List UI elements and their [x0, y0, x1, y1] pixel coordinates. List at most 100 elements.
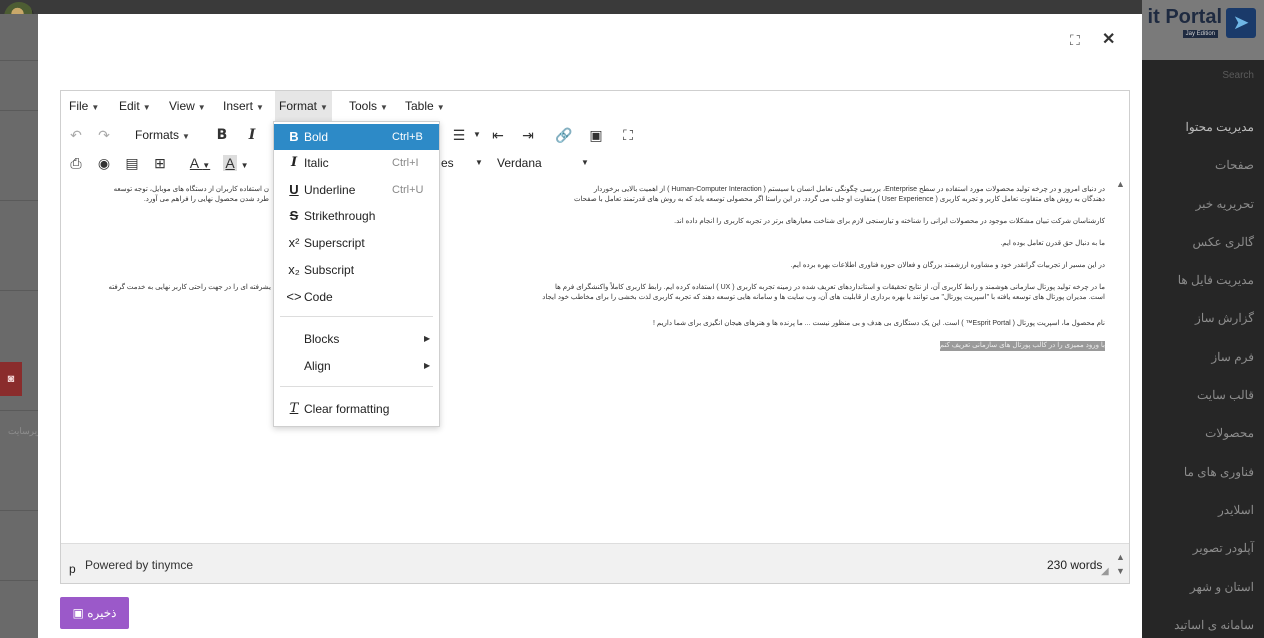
save-icon: ▣: [72, 606, 84, 620]
background-action-icon: ◙: [0, 362, 22, 396]
image-icon[interactable]: ▣: [587, 121, 605, 149]
editor-content-area[interactable]: در دنیای امروز و در چرخه تولید محصولات م…: [61, 179, 1113, 543]
bullet-list-icon[interactable]: ☰: [449, 121, 469, 149]
format-underline-shortcut: Ctrl+U: [392, 184, 424, 196]
menu-insert[interactable]: Insert ▼: [223, 91, 264, 121]
fullscreen-icon[interactable]: ⛶: [619, 121, 637, 149]
menu-divider: [280, 386, 433, 387]
template-icon[interactable]: ⊞: [151, 149, 169, 177]
code-icon: <>: [286, 289, 302, 304]
menu-edit[interactable]: Edit ▼: [119, 91, 151, 121]
format-underline-item[interactable]: U Underline Ctrl+U: [274, 177, 439, 203]
underline-icon: U: [289, 182, 299, 197]
format-superscript-item[interactable]: x² Superscript: [274, 230, 439, 256]
sidebar-item-products[interactable]: محصولات: [1142, 414, 1264, 452]
indent-icon[interactable]: ⇥: [519, 121, 537, 149]
editor-modal: ⛶ ✕ File ▼ Edit ▼ View ▼ Insert ▼ Format ▼ To…: [38, 14, 1142, 638]
content-paragraph: یشرفته ای را در جهت راحتی کاربر نهایی به…: [108, 284, 271, 291]
chevron-down-icon: ▼: [380, 103, 388, 112]
sidebar-item-province-city[interactable]: استان و شهر: [1142, 568, 1264, 606]
content-paragraph: دهندگان به روش های متفاوت تعامل کاربر و …: [573, 196, 1105, 203]
expand-icon[interactable]: ⛶: [1070, 32, 1080, 49]
sidebar-item-content[interactable]: مدیریت محتوا: [1142, 108, 1264, 146]
rich-text-editor: File ▼ Edit ▼ View ▼ Insert ▼ Format ▼ Tools ▼…: [60, 90, 1130, 584]
content-paragraph: نام محصول ما، اسپریت پورتال ( Esprit Por…: [653, 320, 1105, 327]
sidebar-item-professors[interactable]: سامانه ی اساتید: [1142, 606, 1264, 638]
element-path[interactable]: p: [69, 562, 76, 576]
format-subscript-item[interactable]: x₂ Subscript: [274, 257, 439, 283]
editor-toolbar-row-2: ⎙ ◉ ▤ ⊞ A ▼ A ▼ es ▼ Verdana ▼: [61, 149, 1129, 177]
print-icon[interactable]: ⎙: [67, 149, 85, 177]
menu-tools-label: Tools: [349, 99, 378, 113]
sidebar-item-technologies[interactable]: فناوری های ما: [1142, 453, 1264, 491]
formats-dropdown[interactable]: Formats ▼: [135, 121, 190, 149]
undo-icon[interactable]: ↶: [67, 121, 85, 149]
subscript-icon: x₂: [288, 262, 300, 277]
editor-menubar: File ▼ Edit ▼ View ▼ Insert ▼ Format ▼ Tools ▼…: [61, 91, 1129, 121]
divider: [0, 200, 38, 201]
content-paragraph: طرد شدن محصول نهایی را فراهم می آورد.: [143, 196, 269, 203]
chevron-down-icon: ▼: [436, 103, 445, 112]
sidebar-item-files[interactable]: مدیریت فایل ها: [1142, 261, 1264, 299]
redo-icon[interactable]: ↷: [95, 121, 113, 149]
format-underline-label: Underline: [304, 183, 356, 197]
text-color-button[interactable]: A ▼: [185, 149, 215, 177]
format-align-item[interactable]: Align ▶: [274, 353, 439, 379]
brand-header: it Portal Jay Edition ➤: [1142, 0, 1264, 60]
link-icon[interactable]: 🔗: [555, 121, 573, 149]
italic-icon: I: [290, 155, 298, 170]
menu-view[interactable]: View ▼: [169, 91, 206, 121]
menu-format-label: Format: [279, 99, 318, 113]
format-blocks-item[interactable]: Blocks ▶: [274, 326, 439, 352]
selected-paragraph: با ورود ممیزی را در کالب پورتال های سازم…: [939, 341, 1105, 351]
brand-subtitle: Jay Edition: [1182, 30, 1218, 38]
font-family-dropdown[interactable]: Verdana: [497, 149, 542, 177]
chevron-down-icon[interactable]: ▼: [579, 149, 591, 177]
sidebar-item-theme[interactable]: قالب سایت: [1142, 376, 1264, 414]
format-italic-label: Italic: [304, 156, 329, 170]
menu-format[interactable]: Format ▼: [275, 91, 332, 121]
format-strikethrough-label: Strikethrough: [304, 209, 376, 223]
chevron-down-icon[interactable]: ▼: [471, 121, 483, 149]
sidebar-item-news[interactable]: تحریریه خبر: [1142, 185, 1264, 223]
close-icon[interactable]: ✕: [1102, 29, 1115, 49]
divider: [0, 60, 38, 61]
background-label: زیرسایت: [8, 426, 42, 436]
divider: [0, 510, 38, 511]
menu-table[interactable]: Table ▼: [405, 91, 445, 121]
menu-file[interactable]: File ▼: [69, 91, 99, 121]
preview-icon[interactable]: ◉: [95, 149, 113, 177]
menu-edit-label: Edit: [119, 99, 140, 113]
format-align-label: Align: [304, 359, 331, 373]
chevron-down-icon[interactable]: ▼: [473, 149, 485, 177]
editor-toolbar-row-1: ↶ ↷ Formats ▼ B I ☰ ▼ ⇤ ⇥ 🔗 ▣ ⛶: [61, 121, 1129, 149]
sidebar-search-input[interactable]: Search: [1142, 64, 1264, 88]
sidebar-item-pages[interactable]: صفحات: [1142, 146, 1264, 184]
italic-button[interactable]: I: [243, 121, 261, 149]
sidebar-item-slider[interactable]: اسلایدر: [1142, 491, 1264, 529]
bold-button[interactable]: B: [213, 121, 231, 149]
format-italic-item[interactable]: I Italic Ctrl+I: [274, 150, 439, 176]
sidebar-item-forms[interactable]: فرم ساز: [1142, 338, 1264, 376]
scroll-up-icon[interactable]: ▲: [1116, 179, 1125, 189]
background-color-button[interactable]: A ▼: [221, 149, 251, 177]
format-clear-item[interactable]: T Clear formatting: [274, 396, 439, 422]
outdent-icon[interactable]: ⇤: [489, 121, 507, 149]
resize-handle-icon[interactable]: ◢: [1101, 566, 1109, 577]
font-size-dropdown[interactable]: es: [441, 149, 454, 177]
format-bold-item[interactable]: B Bold Ctrl+B: [274, 124, 439, 150]
sidebar-item-gallery[interactable]: گالری عکس: [1142, 223, 1264, 261]
format-code-item[interactable]: <> Code: [274, 284, 439, 310]
powered-by-link[interactable]: Powered by tinymce: [85, 558, 193, 572]
background-topbar: [0, 0, 1264, 14]
media-icon[interactable]: ▤: [123, 149, 141, 177]
content-paragraph: ن استفاده کاربران از دستگاه های موبایل، …: [113, 186, 269, 193]
format-strikethrough-item[interactable]: S Strikethrough: [274, 203, 439, 229]
save-button[interactable]: ▣ ذخیره: [60, 597, 129, 629]
spinner-icon[interactable]: ▲ ▼: [1116, 550, 1125, 578]
sidebar-item-image-uploader[interactable]: آپلودر تصویر: [1142, 529, 1264, 567]
chevron-down-icon: ▼: [256, 103, 264, 112]
sidebar-item-reports[interactable]: گزارش ساز: [1142, 299, 1264, 337]
menu-tools[interactable]: Tools ▼: [349, 91, 388, 121]
divider: [0, 580, 38, 581]
